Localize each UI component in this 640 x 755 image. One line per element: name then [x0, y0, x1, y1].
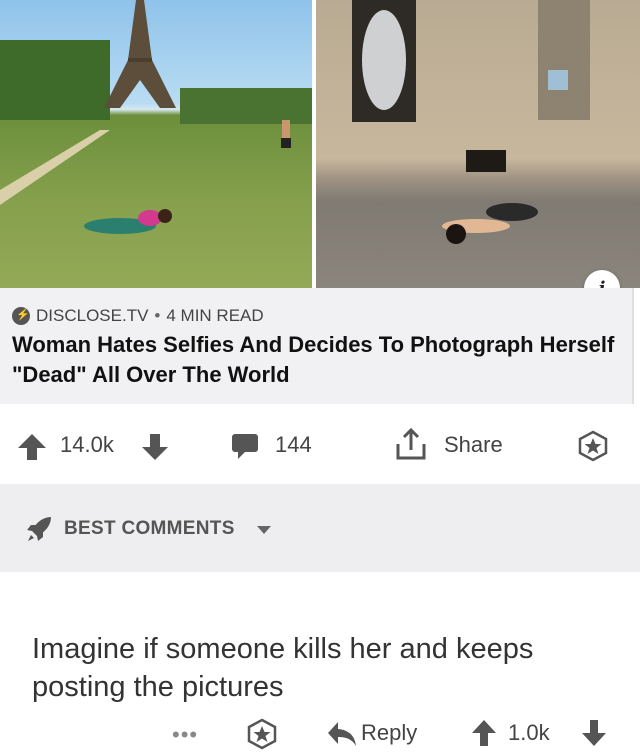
comment-score: 1.0k	[508, 720, 550, 745]
post-action-bar: 14.0k 144 Share	[0, 404, 640, 484]
upvote-count: 14.0k	[60, 432, 114, 457]
more-options-button[interactable]: •••	[172, 722, 198, 748]
sort-label[interactable]: BEST COMMENTS	[64, 518, 235, 540]
reply-button[interactable]: Reply	[361, 720, 417, 746]
rocket-icon	[24, 514, 54, 549]
post-title[interactable]: Woman Hates Selfies And Decides To Photo…	[12, 330, 622, 390]
reply-arrow-icon[interactable]	[326, 720, 358, 753]
arrow-down-icon[interactable]	[580, 718, 608, 753]
comment-count[interactable]: 144	[275, 432, 312, 458]
comment-body: Imagine if someone kills her and keeps p…	[32, 633, 534, 703]
share-button[interactable]: Share	[444, 432, 503, 458]
lightning-icon	[12, 307, 30, 325]
separator-dot: •	[154, 306, 161, 325]
link-card[interactable]: DISCLOSE.TV • 4 MIN READ Woman Hates Sel…	[0, 288, 634, 404]
photo-stone-wall[interactable]	[316, 0, 640, 288]
source-line: DISCLOSE.TV • 4 MIN READ	[12, 306, 264, 326]
arrow-up-icon[interactable]	[16, 432, 48, 468]
speech-bubble-icon[interactable]	[230, 431, 260, 467]
comments-sort-header[interactable]: BEST COMMENTS	[0, 484, 640, 572]
comment: Imagine if someone kills her and keeps p…	[0, 572, 640, 750]
arrow-up-icon[interactable]	[470, 718, 498, 753]
photo-eiffel-tower[interactable]	[0, 0, 312, 288]
arrow-down-icon[interactable]	[140, 432, 170, 468]
post-media[interactable]: i	[0, 0, 640, 306]
share-icon[interactable]	[394, 426, 428, 468]
chevron-down-icon[interactable]	[257, 526, 271, 534]
read-time: 4 MIN READ	[166, 306, 264, 325]
star-award-icon[interactable]	[577, 430, 609, 468]
star-award-icon[interactable]	[246, 718, 278, 755]
source-domain: DISCLOSE.TV	[36, 306, 149, 325]
